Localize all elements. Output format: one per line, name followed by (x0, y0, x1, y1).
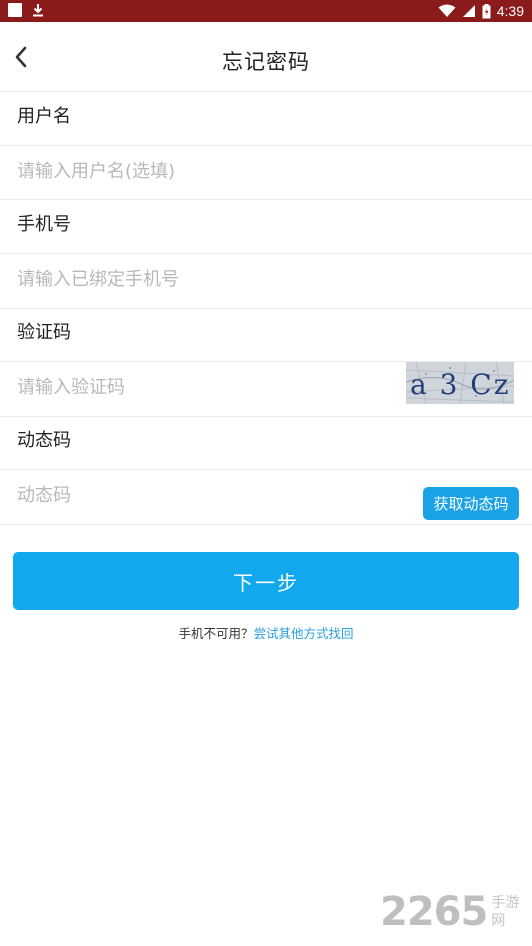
username-input[interactable] (17, 155, 387, 187)
next-button[interactable]: 下一步 (13, 552, 519, 610)
help-line: 手机不可用？尝试其他方式找回 (0, 623, 532, 642)
captcha-graphic: a 3 Cz (406, 362, 514, 404)
alternative-recovery-link[interactable]: 尝试其他方式找回 (254, 626, 354, 641)
divider (0, 469, 532, 470)
divider (0, 145, 532, 146)
divider (0, 91, 532, 92)
help-prefix: 手机不可用？ (178, 626, 254, 641)
phone-input[interactable] (17, 263, 387, 295)
divider (0, 308, 532, 309)
battery-icon (482, 3, 491, 18)
captcha-text: a 3 Cz (410, 368, 510, 401)
status-bar-right: 4:39 (438, 2, 524, 20)
captcha-image[interactable]: a 3 Cz (406, 362, 514, 404)
divider (0, 199, 532, 200)
divider (0, 524, 532, 525)
get-otp-button[interactable]: 获取动态码 (423, 487, 519, 520)
status-time: 4:39 (496, 3, 524, 19)
header: 忘记密码 (0, 22, 532, 92)
watermark-logo: 2265 手游网 (380, 890, 532, 934)
watermark-text: 手游网 (491, 895, 520, 929)
status-bar-left (8, 3, 44, 17)
otp-input[interactable] (17, 479, 407, 511)
download-icon (33, 4, 43, 17)
signal-icon (462, 5, 475, 17)
status-bar: 4:39 (0, 0, 532, 22)
captcha-label: 验证码 (17, 322, 71, 343)
phone-label: 手机号 (17, 214, 71, 235)
page-title: 忘记密码 (222, 50, 310, 74)
otp-label: 动态码 (17, 430, 71, 451)
username-label: 用户名 (17, 106, 71, 127)
wifi-icon (438, 4, 456, 17)
divider (0, 253, 532, 254)
divider (0, 416, 532, 417)
notification-square-icon (8, 3, 22, 17)
watermark-number: 2265 (380, 889, 488, 935)
captcha-input[interactable] (17, 371, 387, 403)
